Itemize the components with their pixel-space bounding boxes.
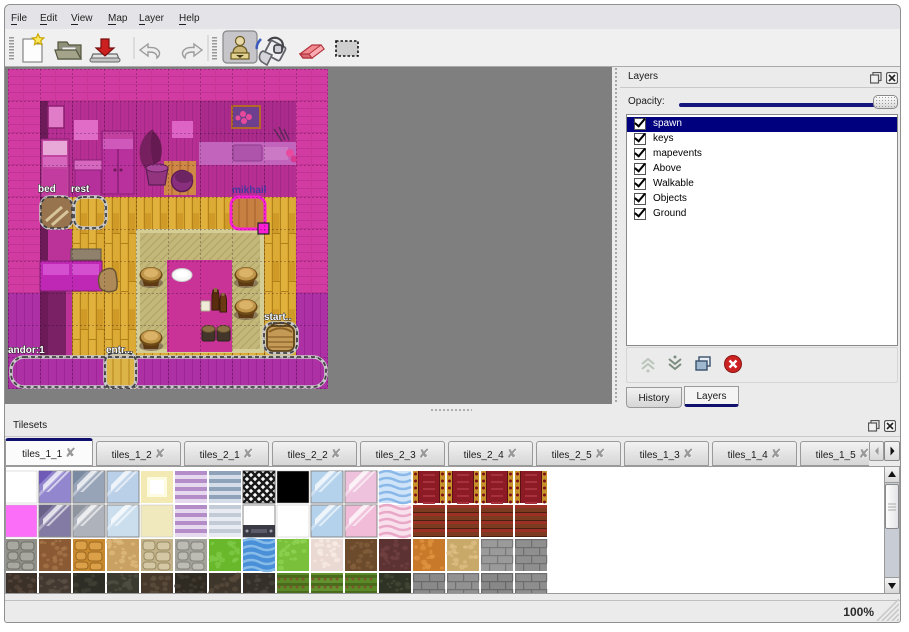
svg-text:start..: start..: [264, 312, 291, 323]
svg-text:entr...: entr...: [106, 345, 133, 356]
svg-text:rest: rest: [71, 184, 90, 195]
svg-text:mikhail: mikhail: [232, 185, 267, 196]
svg-text:bed: bed: [38, 184, 56, 195]
svg-text:andor:1: andor:1: [8, 345, 45, 356]
